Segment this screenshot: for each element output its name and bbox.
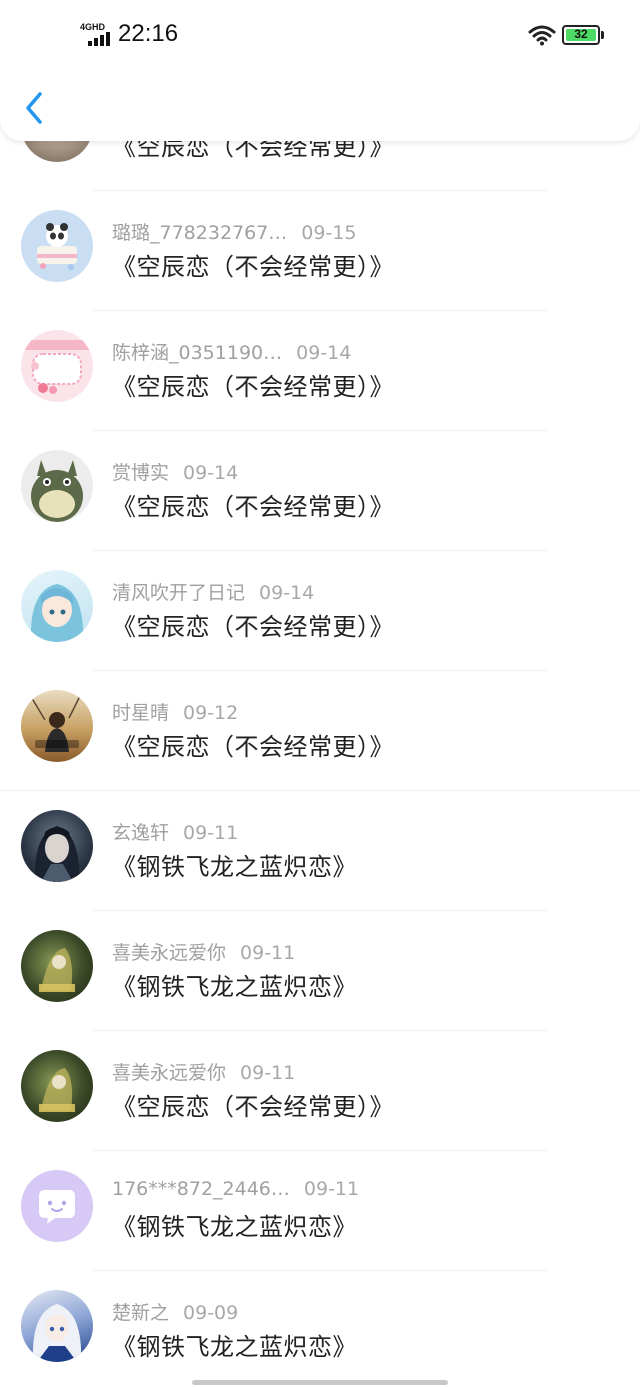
avatar[interactable] <box>21 210 93 282</box>
book-title[interactable]: 《空辰恋（不会经常更）》 <box>112 487 394 522</box>
comment-date: 09-14 <box>259 582 315 604</box>
anime-boy-icon <box>34 826 80 882</box>
avatar[interactable] <box>21 570 93 642</box>
avatar[interactable] <box>21 930 93 1002</box>
book-title[interactable]: 《钢铁飞龙之蓝炽恋》 <box>112 1327 357 1362</box>
avatar[interactable] <box>21 810 93 882</box>
comment-date: 09-09 <box>183 1302 239 1324</box>
user-name[interactable]: 喜美永远爱你 <box>112 1062 226 1084</box>
list-item[interactable]: 楚新之 09-09 《钢铁飞龙之蓝炽恋》 <box>0 1271 640 1387</box>
comment-date: 09-11 <box>303 1178 360 1200</box>
avatar[interactable] <box>21 330 93 402</box>
user-name[interactable]: 赏博实 <box>112 462 169 484</box>
wifi-icon <box>528 25 556 46</box>
battery-level: 32 <box>574 27 588 41</box>
top-bar: 4GHD 22:16 32 <box>0 0 640 141</box>
fantasy-art-icon <box>39 948 75 992</box>
comment-meta: 楚新之 09-09 <box>112 1298 238 1325</box>
user-name[interactable]: 清风吹开了日记 <box>112 582 245 604</box>
chevron-left-icon[interactable] <box>20 88 50 128</box>
list-item[interactable]: 喜美永远爱你 09-11 《空辰恋（不会经常更）》 <box>0 1031 640 1151</box>
book-title[interactable]: 《空辰恋（不会经常更）》 <box>112 367 394 402</box>
chat-bubble-icon <box>39 1190 75 1224</box>
avatar[interactable] <box>21 450 93 522</box>
comment-date: 09-11 <box>240 1062 296 1084</box>
list-item[interactable]: 清风吹开了日记 09-14 《空辰恋（不会经常更）》 <box>0 551 640 671</box>
avatar[interactable] <box>21 1170 93 1242</box>
comment-date: 09-14 <box>183 462 239 484</box>
comment-meta: 喜美永远爱你 09-11 <box>112 938 295 965</box>
list-item[interactable]: 赏博实 09-14 《空辰恋（不会经常更）》 <box>0 431 640 551</box>
user-name[interactable]: 陈梓涵_0351190… <box>112 342 282 364</box>
strawberry-card-icon <box>21 340 93 394</box>
network-type: 4GHD <box>80 22 106 32</box>
person-photo-icon <box>26 690 82 752</box>
avatar[interactable] <box>21 1050 93 1122</box>
list-item[interactable]: 玄逸轩 09-11 《钢铁飞龙之蓝炽恋》 <box>0 791 640 911</box>
book-title[interactable]: 《空辰恋（不会经常更）》 <box>112 727 394 762</box>
list-item[interactable]: 璐璐_778232767… 09-15 《空辰恋（不会经常更）》 <box>0 191 640 311</box>
status-time: 22:16 <box>118 20 179 47</box>
cellular-signal-icon: 4GHD <box>80 22 116 48</box>
book-title[interactable]: 《空辰恋（不会经常更）》 <box>112 247 394 282</box>
list-item[interactable]: 陈梓涵_0351190… 09-14 《空辰恋（不会经常更）》 <box>0 311 640 431</box>
comment-date: 09-12 <box>183 702 239 724</box>
user-name[interactable]: 玄逸轩 <box>112 822 169 844</box>
user-name[interactable]: 喜美永远爱你 <box>112 942 226 964</box>
comment-meta: 176***872_2446… 09-11 <box>112 1178 359 1200</box>
comment-meta: 喜美永远爱你 09-11 <box>112 1058 295 1085</box>
book-title[interactable]: 《钢铁飞龙之蓝炽恋》 <box>112 967 357 1002</box>
user-name[interactable]: 楚新之 <box>112 1302 169 1324</box>
avatar[interactable] <box>21 690 93 762</box>
battery-icon: 32 <box>562 25 604 45</box>
book-title[interactable]: 《钢铁飞龙之蓝炽恋》 <box>112 1207 357 1242</box>
comment-meta: 陈梓涵_0351190… 09-14 <box>112 338 351 365</box>
user-name[interactable]: 时星晴 <box>112 702 169 724</box>
book-title[interactable]: 《钢铁飞龙之蓝炽恋》 <box>112 847 357 882</box>
comment-meta: 赏博实 09-14 <box>112 458 238 485</box>
comment-date: 09-15 <box>301 222 357 244</box>
list-item[interactable]: 时星晴 09-12 《空辰恋（不会经常更）》 <box>0 671 640 791</box>
list-item[interactable]: 喜美永远爱你 09-11 《钢铁飞龙之蓝炽恋》 <box>0 911 640 1031</box>
book-title[interactable]: 《空辰恋（不会经常更）》 <box>112 607 394 642</box>
list-item[interactable]: 176***872_2446… 09-11 《钢铁飞龙之蓝炽恋》 <box>0 1151 640 1271</box>
anime-character-icon <box>32 1304 82 1362</box>
home-indicator[interactable] <box>192 1380 448 1385</box>
comment-date: 09-11 <box>240 942 296 964</box>
user-name[interactable]: 176***872_2446… <box>112 1178 290 1200</box>
avatar[interactable] <box>21 1290 93 1362</box>
comment-meta: 玄逸轩 09-11 <box>112 818 238 845</box>
comment-meta: 清风吹开了日记 09-14 <box>112 578 314 605</box>
totoro-icon <box>31 460 83 522</box>
user-name[interactable]: 璐璐_778232767… <box>112 222 287 244</box>
panda-cake-icon <box>37 223 77 270</box>
anime-girl-icon <box>30 584 84 642</box>
comment-date: 09-11 <box>183 822 239 844</box>
fantasy-art-icon <box>39 1068 75 1112</box>
comment-meta: 璐璐_778232767… 09-15 <box>112 218 357 245</box>
comment-date: 09-14 <box>296 342 352 364</box>
comment-meta: 时星晴 09-12 <box>112 698 238 725</box>
book-title[interactable]: 《空辰恋（不会经常更）》 <box>112 1087 394 1122</box>
